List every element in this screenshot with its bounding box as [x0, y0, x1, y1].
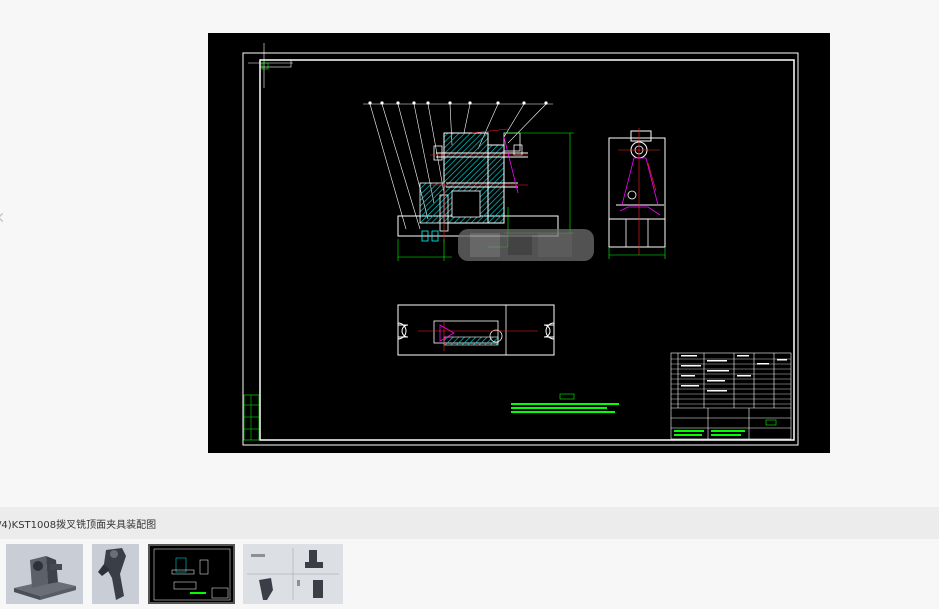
- thumbnail-part-drawing[interactable]: [243, 544, 343, 604]
- caption-bar: /4)KST1008拨叉铣顶面夹具装配图: [0, 507, 939, 539]
- thumbnail-3d-fixture-model[interactable]: [6, 544, 83, 604]
- thumbnail-fork-part-model[interactable]: [92, 544, 139, 604]
- thumbnail-assembly-drawing[interactable]: [148, 544, 235, 604]
- image-viewer: ‹: [0, 0, 939, 506]
- thumbnail-strip: [0, 542, 939, 609]
- image-caption: /4)KST1008拨叉铣顶面夹具装配图: [0, 520, 157, 531]
- chevron-left-icon[interactable]: ‹: [0, 206, 10, 230]
- cad-assembly-drawing: [208, 33, 830, 453]
